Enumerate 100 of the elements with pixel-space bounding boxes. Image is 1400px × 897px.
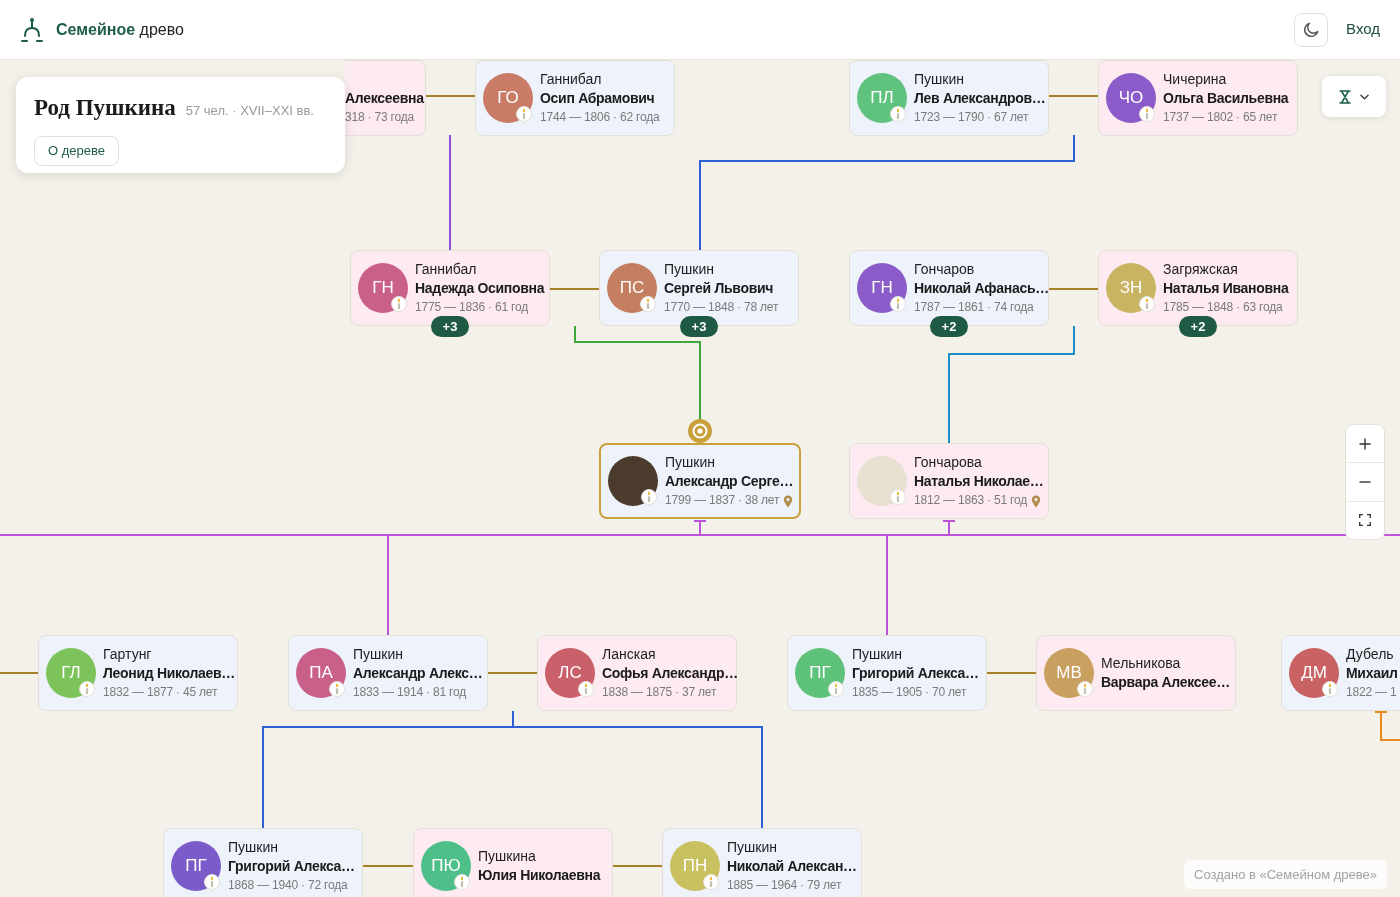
spouse-line bbox=[612, 865, 663, 867]
credit-label: Создано в «Семейном древе» bbox=[1184, 860, 1387, 889]
person-card[interactable]: ЧО Чичерина Ольга Васильевна 1737 — 1802 · 65 лет bbox=[1098, 60, 1298, 136]
avatar: ГН bbox=[857, 263, 907, 313]
surname: Гартунг bbox=[103, 644, 153, 664]
surname: Пушкина bbox=[478, 847, 537, 866]
life-dates: 1799 — 1837 · 38 лет bbox=[665, 491, 780, 509]
surname: Пушкин bbox=[664, 259, 715, 279]
expand-button[interactable]: +3 bbox=[431, 316, 469, 337]
tree-logo-icon[interactable] bbox=[21, 16, 43, 43]
about-tree-button[interactable]: О дереве bbox=[34, 135, 119, 166]
spouse-line bbox=[362, 865, 414, 867]
spouse-line bbox=[425, 95, 476, 97]
person-card[interactable]: Алексеевна 318 · 73 года bbox=[345, 60, 426, 136]
surname: Пушкин bbox=[665, 452, 716, 472]
person-card[interactable]: ГО Ганнибал Осип Абрамович 1744 — 1806 · 62 года bbox=[475, 60, 675, 136]
life-dates: 1787 — 1861 · 74 года bbox=[914, 298, 1034, 316]
avatar: ДМ bbox=[1289, 648, 1339, 698]
chevron-down-icon bbox=[1360, 93, 1369, 100]
person-card[interactable]: Пушкин Александр Серге… 1799 — 1837 · 38 лет bbox=[599, 443, 801, 519]
brand-name[interactable]: Семейное древо bbox=[56, 17, 184, 42]
surname: Пушкин bbox=[727, 837, 778, 857]
given-name: Михаил bbox=[1346, 663, 1398, 683]
given-name: Григорий Алекса… bbox=[228, 856, 355, 876]
surname: Гончаров bbox=[914, 259, 976, 279]
life-dates: 1812 — 1863 · 51 год bbox=[914, 491, 1027, 509]
plus-icon bbox=[1359, 437, 1371, 450]
person-card[interactable]: ГЛ Гартунг Леонид Николаев… 1832 — 1877 · 45 лет bbox=[38, 635, 238, 711]
descent-line bbox=[1374, 710, 1400, 741]
filter-dropdown[interactable] bbox=[1322, 76, 1386, 117]
life-dates: 1832 — 1877 · 45 лет bbox=[103, 683, 218, 701]
surname: Гончарова bbox=[914, 452, 983, 472]
surname: Ганнибал bbox=[415, 259, 478, 279]
person-card[interactable]: МВ Мельникова Варвара Алексее… bbox=[1036, 635, 1236, 711]
life-dates: 1885 — 1964 · 79 лет bbox=[727, 876, 842, 894]
avatar: ПА bbox=[296, 648, 346, 698]
life-dates: 1744 — 1806 · 62 года bbox=[540, 108, 660, 126]
tree-meta: 57 чел. · XVII–XXI вв. bbox=[185, 102, 314, 120]
person-card[interactable]: ПГ Пушкин Григорий Алекса… 1835 — 1905 · 70 лет bbox=[787, 635, 987, 711]
person-card[interactable]: ПЮ Пушкина Юлия Николаевна bbox=[413, 828, 613, 897]
spouse-line bbox=[487, 672, 538, 674]
target-icon bbox=[688, 419, 712, 443]
login-link[interactable]: Вход bbox=[1346, 18, 1380, 41]
avatar: ПН bbox=[670, 841, 720, 891]
minus-icon bbox=[1359, 481, 1371, 483]
expand-button[interactable]: +2 bbox=[930, 316, 968, 337]
given-name: Юлия Николаевна bbox=[478, 866, 601, 885]
spouse-line bbox=[986, 672, 1037, 674]
avatar: ЗН bbox=[1106, 263, 1156, 313]
person-card[interactable]: ПН Пушкин Николай Алексан… 1885 — 1964 · 79 лет bbox=[662, 828, 862, 897]
avatar: ПЮ bbox=[421, 841, 471, 891]
given-name: Александр Алекс… bbox=[353, 663, 483, 683]
spouse-line bbox=[0, 672, 39, 674]
life-dates: 1833 — 1914 · 81 год bbox=[353, 683, 466, 701]
avatar: ГО bbox=[483, 73, 533, 123]
surname: Пушкин bbox=[228, 837, 279, 857]
spouse-line bbox=[549, 288, 600, 290]
life-dates: 1737 — 1802 · 65 лет bbox=[1163, 108, 1278, 126]
person-card[interactable]: ДМ Дубель Михаил 1822 — 1 bbox=[1281, 635, 1400, 711]
life-dates: 1770 — 1848 · 78 лет bbox=[664, 298, 779, 316]
expand-button[interactable]: +3 bbox=[680, 316, 718, 337]
given-name: Николай Афанась… bbox=[914, 278, 1048, 298]
given-name: Александр Серге… bbox=[665, 471, 794, 491]
person-card[interactable]: ПЛ Пушкин Лев Александров… 1723 — 1790 · 67 лет bbox=[849, 60, 1049, 136]
avatar: ГН bbox=[358, 263, 408, 313]
life-dates: 1785 — 1848 · 63 года bbox=[1163, 298, 1283, 316]
theme-toggle-button[interactable] bbox=[1294, 12, 1329, 47]
hourglass-icon bbox=[1339, 89, 1351, 104]
expand-button[interactable]: +2 bbox=[1179, 316, 1217, 337]
surname: Чичерина bbox=[1163, 69, 1228, 89]
given-name: Лев Александров… bbox=[914, 88, 1046, 108]
person-card[interactable]: ПГ Пушкин Григорий Алекса… 1868 — 1940 · 72 года bbox=[163, 828, 363, 897]
spouse-line bbox=[1048, 95, 1099, 97]
person-card[interactable]: ПА Пушкин Александр Алекс… 1833 — 1914 · 81 год bbox=[288, 635, 488, 711]
avatar: ЧО bbox=[1106, 73, 1156, 123]
life-dates: 318 · 73 года bbox=[345, 108, 414, 126]
given-name: Леонид Николаев… bbox=[103, 663, 235, 683]
person-card[interactable]: Гончарова Наталья Николае… 1812 — 1863 · 51 год bbox=[849, 443, 1049, 519]
avatar: ГЛ bbox=[46, 648, 96, 698]
tree-title: Род Пушкина bbox=[34, 94, 176, 122]
surname: Мельникова bbox=[1101, 654, 1182, 673]
life-dates: 1868 — 1940 · 72 года bbox=[228, 876, 348, 894]
surname: Ганнибал bbox=[540, 69, 603, 89]
surname: Пушкин bbox=[353, 644, 404, 664]
avatar: ПС bbox=[607, 263, 657, 313]
given-name: Наталья Ивановна bbox=[1163, 278, 1289, 298]
fullscreen-icon bbox=[1359, 514, 1371, 527]
person-card[interactable]: ЛС Ланская Софья Александр… 1838 — 1875 · 37 лет bbox=[537, 635, 737, 711]
avatar: ПГ bbox=[795, 648, 845, 698]
moon-icon bbox=[1302, 21, 1320, 38]
life-dates: 1775 — 1836 · 61 год bbox=[415, 298, 528, 316]
avatar: ЛС bbox=[545, 648, 595, 698]
life-dates: 1838 — 1875 · 37 лет bbox=[602, 683, 717, 701]
given-name: Николай Алексан… bbox=[727, 856, 857, 876]
surname: Загряжская bbox=[1163, 259, 1239, 279]
given-name: Варвара Алексее… bbox=[1101, 673, 1230, 692]
life-dates: 1822 — 1 bbox=[1346, 683, 1397, 701]
given-name: Григорий Алекса… bbox=[852, 663, 979, 683]
given-name: Наталья Николае… bbox=[914, 471, 1044, 491]
given-name: Сергей Львович bbox=[664, 278, 775, 298]
